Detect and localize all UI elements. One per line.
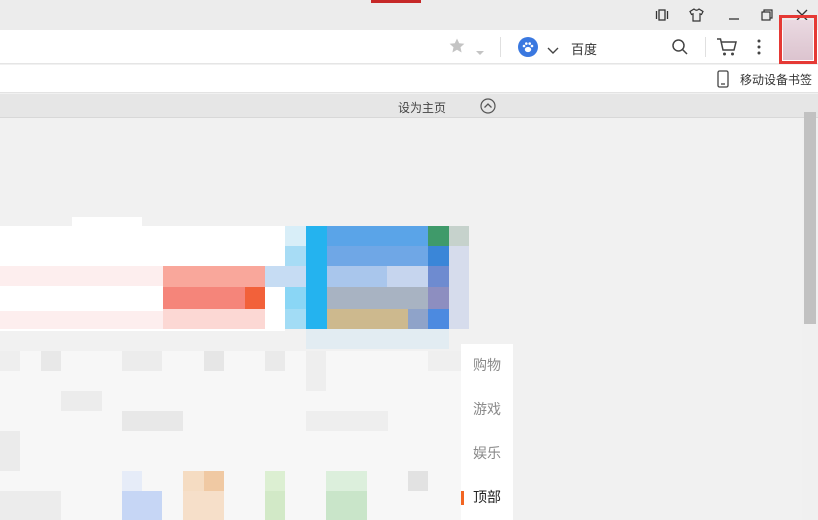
- nav-item-shopping[interactable]: 购物: [461, 352, 513, 380]
- blurred-list: [0, 351, 461, 520]
- blurred-block: [408, 471, 428, 491]
- toolbar-divider: [705, 37, 706, 57]
- address-bar[interactable]: 百度: [0, 30, 818, 64]
- blurred-block: [285, 246, 306, 266]
- blurred-block: [163, 309, 265, 329]
- blurred-block: [285, 309, 306, 329]
- blurred-block: [204, 471, 224, 491]
- minimize-icon[interactable]: [724, 6, 744, 24]
- blurred-block: [122, 411, 183, 431]
- blurred-block: [265, 266, 306, 287]
- blurred-block: [163, 266, 265, 287]
- blurred-block: [245, 287, 265, 309]
- blurred-block: [122, 471, 142, 491]
- blurred-block: [265, 491, 285, 520]
- blurred-block: [428, 309, 449, 329]
- blurred-block: [163, 287, 245, 309]
- restore-icon[interactable]: [757, 6, 777, 24]
- search-icon[interactable]: [671, 38, 689, 60]
- avatar-highlight-box: [779, 15, 817, 64]
- blurred-block: [428, 351, 461, 371]
- search-engine-name[interactable]: 百度: [571, 39, 597, 58]
- skin-shirt-icon[interactable]: [686, 6, 706, 24]
- blurred-block: [326, 471, 367, 491]
- compact-mode-icon[interactable]: [652, 6, 672, 24]
- chevron-down-icon[interactable]: [475, 42, 485, 61]
- blurred-block: [61, 391, 102, 411]
- active-tab-indicator: [371, 0, 421, 3]
- blurred-block: [428, 246, 449, 266]
- nav-item-top[interactable]: 顶部: [461, 484, 513, 512]
- blurred-block: [327, 266, 387, 287]
- baidu-paw-icon[interactable]: [518, 37, 538, 57]
- blurred-block: [122, 491, 162, 520]
- blurred-block: [0, 351, 20, 371]
- mobile-device-icon[interactable]: [716, 70, 730, 92]
- blurred-block: [306, 226, 327, 329]
- blurred-block: [122, 351, 162, 371]
- blurred-block: [285, 287, 306, 309]
- blurred-block: [428, 266, 449, 287]
- blurred-block: [72, 217, 142, 227]
- blurred-block: [327, 226, 428, 246]
- bookmark-bar: 移动设备书签: [0, 65, 818, 93]
- blurred-block: [265, 471, 285, 491]
- blurred-block: [265, 351, 285, 371]
- blurred-block: [449, 226, 469, 246]
- collapse-up-icon[interactable]: [480, 98, 496, 118]
- shopping-cart-icon[interactable]: [716, 37, 738, 61]
- blurred-block: [327, 287, 428, 309]
- title-bar: [0, 0, 818, 30]
- bookmark-star-icon[interactable]: [448, 37, 466, 59]
- side-nav: 购物 游戏 娱乐 顶部: [461, 344, 513, 520]
- blurred-block: [0, 311, 163, 329]
- mobile-bookmarks-link[interactable]: 移动设备书签: [740, 71, 812, 88]
- blurred-block: [449, 246, 469, 329]
- blurred-block: [0, 431, 20, 471]
- nav-item-entertainment[interactable]: 娱乐: [461, 440, 513, 468]
- blurred-block: [306, 411, 388, 431]
- blurred-block: [0, 491, 61, 520]
- blurred-block: [306, 351, 326, 391]
- nav-item-games[interactable]: 游戏: [461, 396, 513, 424]
- blurred-block: [41, 351, 61, 371]
- blurred-block: [326, 491, 367, 520]
- blurred-block: [204, 351, 224, 371]
- blurred-block: [285, 226, 306, 246]
- set-homepage-button[interactable]: 设为主页: [398, 99, 446, 116]
- toolbar-divider: [500, 37, 501, 57]
- blurred-block: [183, 491, 224, 520]
- blurred-block: [428, 287, 449, 309]
- set-homepage-bar: 设为主页: [0, 94, 818, 118]
- scrollbar-thumb[interactable]: [804, 112, 816, 324]
- blurred-block: [0, 266, 163, 286]
- blurred-block: [306, 329, 449, 349]
- more-menu-icon[interactable]: [756, 38, 762, 60]
- page-content: [0, 119, 802, 520]
- engine-chevron-down-icon[interactable]: [546, 41, 560, 60]
- blurred-block: [327, 246, 428, 266]
- blurred-block: [387, 266, 428, 287]
- blurred-block: [408, 309, 428, 329]
- blurred-block: [428, 226, 449, 246]
